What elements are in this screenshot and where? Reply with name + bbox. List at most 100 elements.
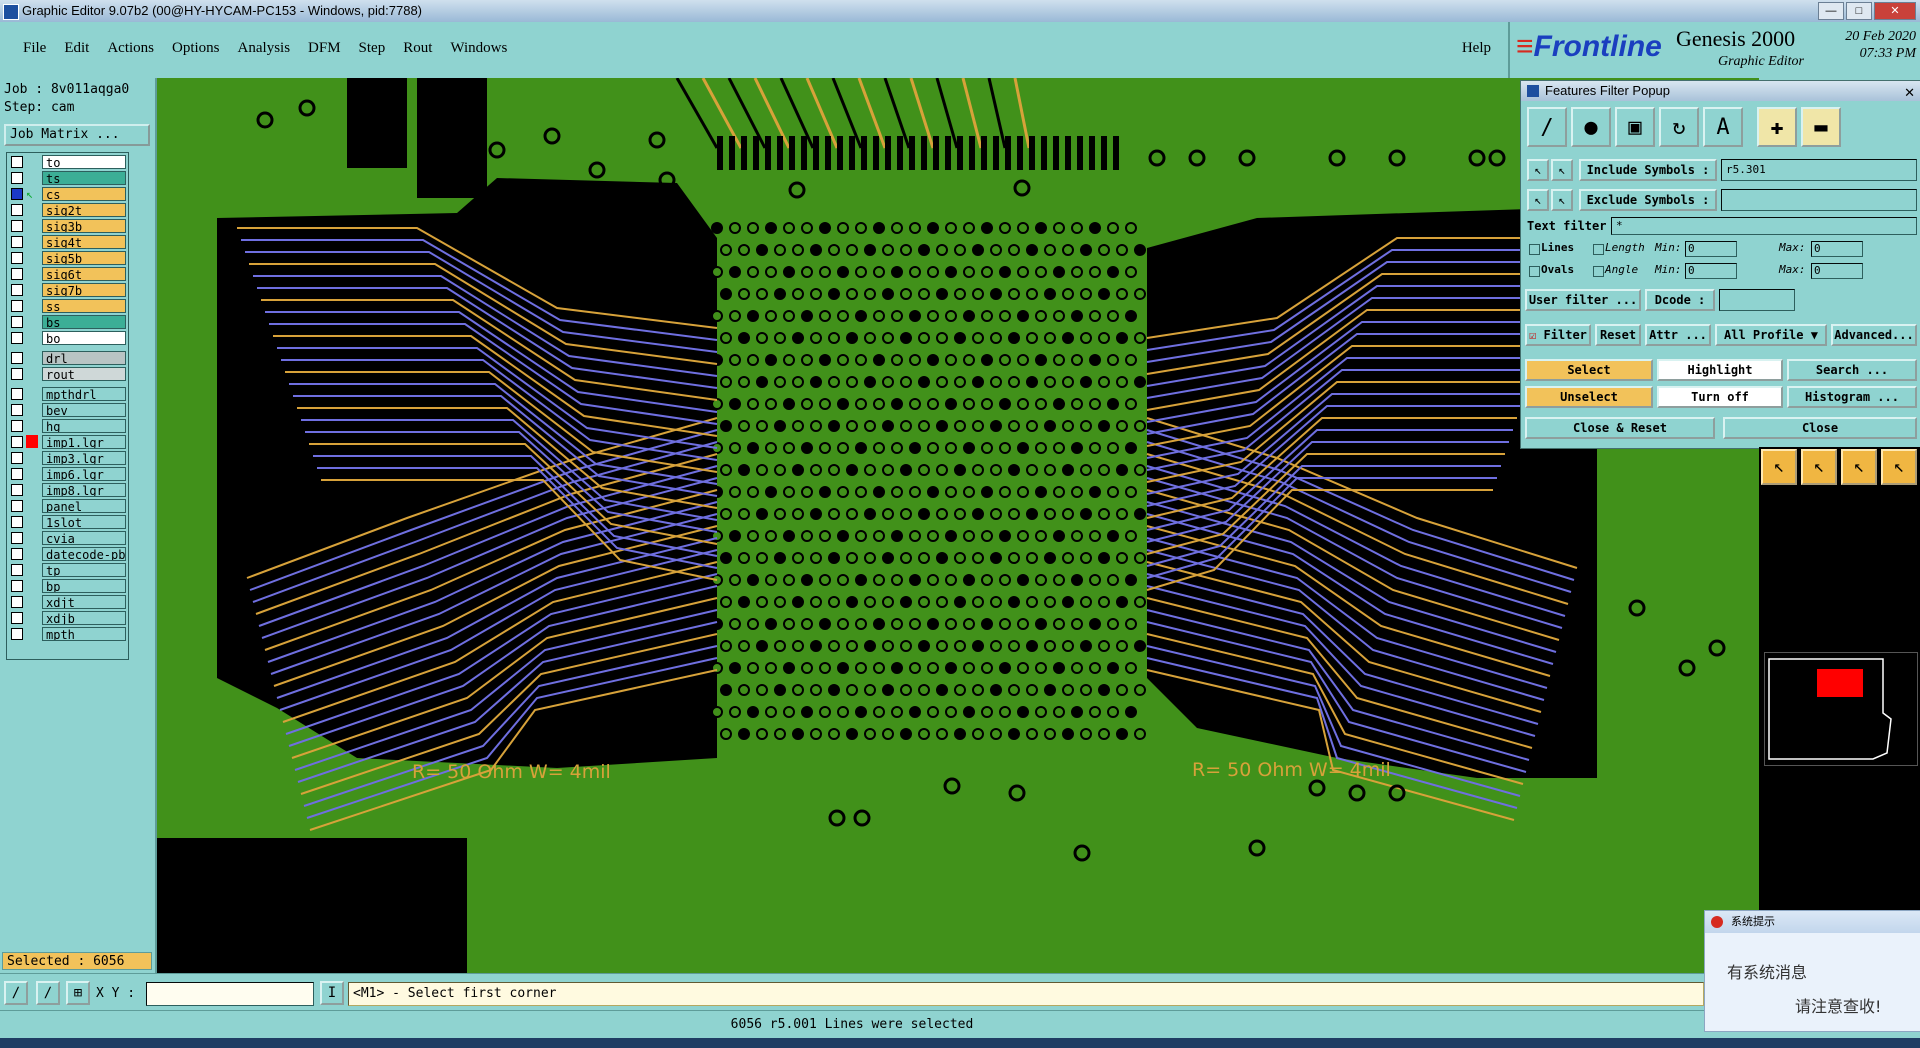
xy-input[interactable] — [146, 982, 314, 1006]
menu-edit[interactable]: Edit — [55, 40, 98, 57]
layer-row[interactable]: sig3b — [9, 219, 126, 233]
layer-row[interactable]: bp — [9, 579, 126, 593]
exclude-pick-icon[interactable]: ↖ — [1527, 189, 1549, 211]
menu-step[interactable]: Step — [350, 40, 395, 57]
select-tool-icon[interactable]: ↖ — [1801, 449, 1837, 485]
include-symbols-input[interactable]: r5.301 — [1721, 159, 1917, 181]
menu-file[interactable]: File — [14, 40, 55, 57]
layer-checkbox[interactable] — [11, 612, 23, 624]
advanced-button[interactable]: Advanced... — [1831, 324, 1917, 346]
line-type-icon[interactable]: ∕ — [1527, 107, 1567, 147]
layer-row[interactable]: tp — [9, 563, 126, 577]
layer-checkbox[interactable] — [11, 564, 23, 576]
zoom-out-icon[interactable]: ∕ — [36, 981, 60, 1005]
grid-icon[interactable]: ⊞ — [66, 981, 90, 1005]
layer-row[interactable]: sig6t — [9, 267, 126, 281]
layer-checkbox[interactable] — [11, 352, 23, 364]
layer-row[interactable]: sig5b — [9, 251, 126, 265]
layer-row[interactable]: sig2t — [9, 203, 126, 217]
layer-checkbox[interactable] — [11, 500, 23, 512]
close-window-button[interactable]: ✕ — [1874, 2, 1916, 20]
layer-row[interactable]: hg — [9, 419, 126, 433]
pcb-drawing[interactable]: R= 50 Ohm W= 4mil R= 50 Ohm W= 4mil — [157, 78, 1759, 973]
layer-checkbox[interactable] — [11, 548, 23, 560]
layer-checkbox[interactable] — [11, 236, 23, 248]
layer-row[interactable]: bo — [9, 331, 126, 345]
exclude-pick-all-icon[interactable]: ↖ — [1551, 189, 1573, 211]
layer-checkbox[interactable] — [11, 204, 23, 216]
layer-row[interactable]: rout — [9, 367, 126, 381]
system-notification[interactable]: 系统提示 有系统消息 请注意查收! — [1704, 910, 1920, 1032]
menu-dfm[interactable]: DFM — [299, 40, 350, 57]
select-button[interactable]: Select — [1525, 359, 1653, 381]
layer-row[interactable]: xdjb — [9, 611, 126, 625]
layer-checkbox[interactable] — [11, 316, 23, 328]
menu-help[interactable]: Help — [1462, 40, 1491, 57]
layer-checkbox[interactable] — [11, 468, 23, 480]
edit-tool-icon[interactable]: ↖ — [1841, 449, 1877, 485]
layer-row[interactable]: imp6.lgr — [9, 467, 126, 481]
layer-checkbox[interactable] — [11, 388, 23, 400]
layer-row[interactable]: panel — [9, 499, 126, 513]
layer-checkbox[interactable] — [11, 580, 23, 592]
layer-checkbox[interactable] — [11, 596, 23, 608]
layer-row[interactable]: xdjt — [9, 595, 126, 609]
layer-checkbox[interactable] — [11, 284, 23, 296]
dcode-input[interactable] — [1719, 289, 1795, 311]
close-button[interactable]: Close — [1723, 417, 1917, 439]
zoom-in-icon[interactable]: ∕ — [4, 981, 28, 1005]
layer-checkbox[interactable] — [11, 516, 23, 528]
menu-actions[interactable]: Actions — [98, 40, 163, 57]
layer-row[interactable]: sig4t — [9, 235, 126, 249]
layer-row[interactable]: to — [9, 155, 126, 169]
layer-row[interactable]: bev — [9, 403, 126, 417]
histogram-button[interactable]: Histogram ... — [1787, 386, 1917, 408]
layer-checkbox[interactable] — [11, 172, 23, 184]
layer-checkbox[interactable] — [11, 452, 23, 464]
layer-row[interactable]: mpth — [9, 627, 126, 641]
popup-close-icon[interactable]: ✕ — [1904, 83, 1915, 103]
filter-toggle-button[interactable]: ☑ Filter — [1525, 324, 1591, 346]
graphic-canvas[interactable]: R= 50 Ohm W= 4mil R= 50 Ohm W= 4mil — [157, 78, 1759, 973]
ovals-checkbox[interactable] — [1529, 266, 1540, 277]
layer-row[interactable]: imp8.lgr — [9, 483, 126, 497]
text-filter-input[interactable]: * — [1611, 217, 1917, 235]
turn-off-button[interactable]: Turn off — [1657, 386, 1783, 408]
input-mode-icon[interactable]: I — [320, 981, 344, 1005]
angle-max-input[interactable]: 0 — [1811, 263, 1863, 279]
layer-row[interactable]: drl — [9, 351, 126, 365]
highlight-button[interactable]: Highlight — [1657, 359, 1783, 381]
layer-row[interactable]: datecode-pbo — [9, 547, 126, 561]
job-matrix-button[interactable]: Job Matrix ... — [4, 124, 150, 146]
maximize-button[interactable]: □ — [1846, 2, 1872, 20]
layer-checkbox[interactable] — [11, 532, 23, 544]
measure-tool-icon[interactable]: ↖ — [1881, 449, 1917, 485]
length-checkbox[interactable] — [1593, 244, 1604, 255]
layer-row[interactable]: mpthdrl — [9, 387, 126, 401]
angle-min-input[interactable]: 0 — [1685, 263, 1737, 279]
profile-select[interactable]: All Profile ▼ — [1715, 324, 1827, 346]
layer-row[interactable]: imp1.lgr — [9, 435, 126, 449]
layer-row[interactable]: 1slot — [9, 515, 126, 529]
layer-row[interactable]: ss — [9, 299, 126, 313]
layer-checkbox[interactable] — [11, 436, 23, 448]
angle-checkbox[interactable] — [1593, 266, 1604, 277]
layer-checkbox[interactable] — [11, 404, 23, 416]
search-button[interactable]: Search ... — [1787, 359, 1917, 381]
layer-checkbox[interactable] — [11, 420, 23, 432]
arc-type-icon[interactable]: ↻ — [1659, 107, 1699, 147]
reset-button[interactable]: Reset — [1595, 324, 1641, 346]
include-symbols-button[interactable]: Include Symbols : — [1579, 159, 1717, 181]
layer-checkbox[interactable] — [11, 156, 23, 168]
menu-rout[interactable]: Rout — [394, 40, 441, 57]
layer-checkbox[interactable] — [11, 188, 23, 200]
text-type-icon[interactable]: A — [1703, 107, 1743, 147]
user-filter-button[interactable]: User filter ... — [1525, 289, 1641, 311]
positive-polarity-icon[interactable]: ✚ — [1757, 107, 1797, 147]
layer-checkbox[interactable] — [11, 332, 23, 344]
include-pick-all-icon[interactable]: ↖ — [1551, 159, 1573, 181]
layer-row[interactable]: cvia — [9, 531, 126, 545]
unselect-button[interactable]: Unselect — [1525, 386, 1653, 408]
layer-row[interactable]: sig7b — [9, 283, 126, 297]
menu-windows[interactable]: Windows — [441, 40, 516, 57]
